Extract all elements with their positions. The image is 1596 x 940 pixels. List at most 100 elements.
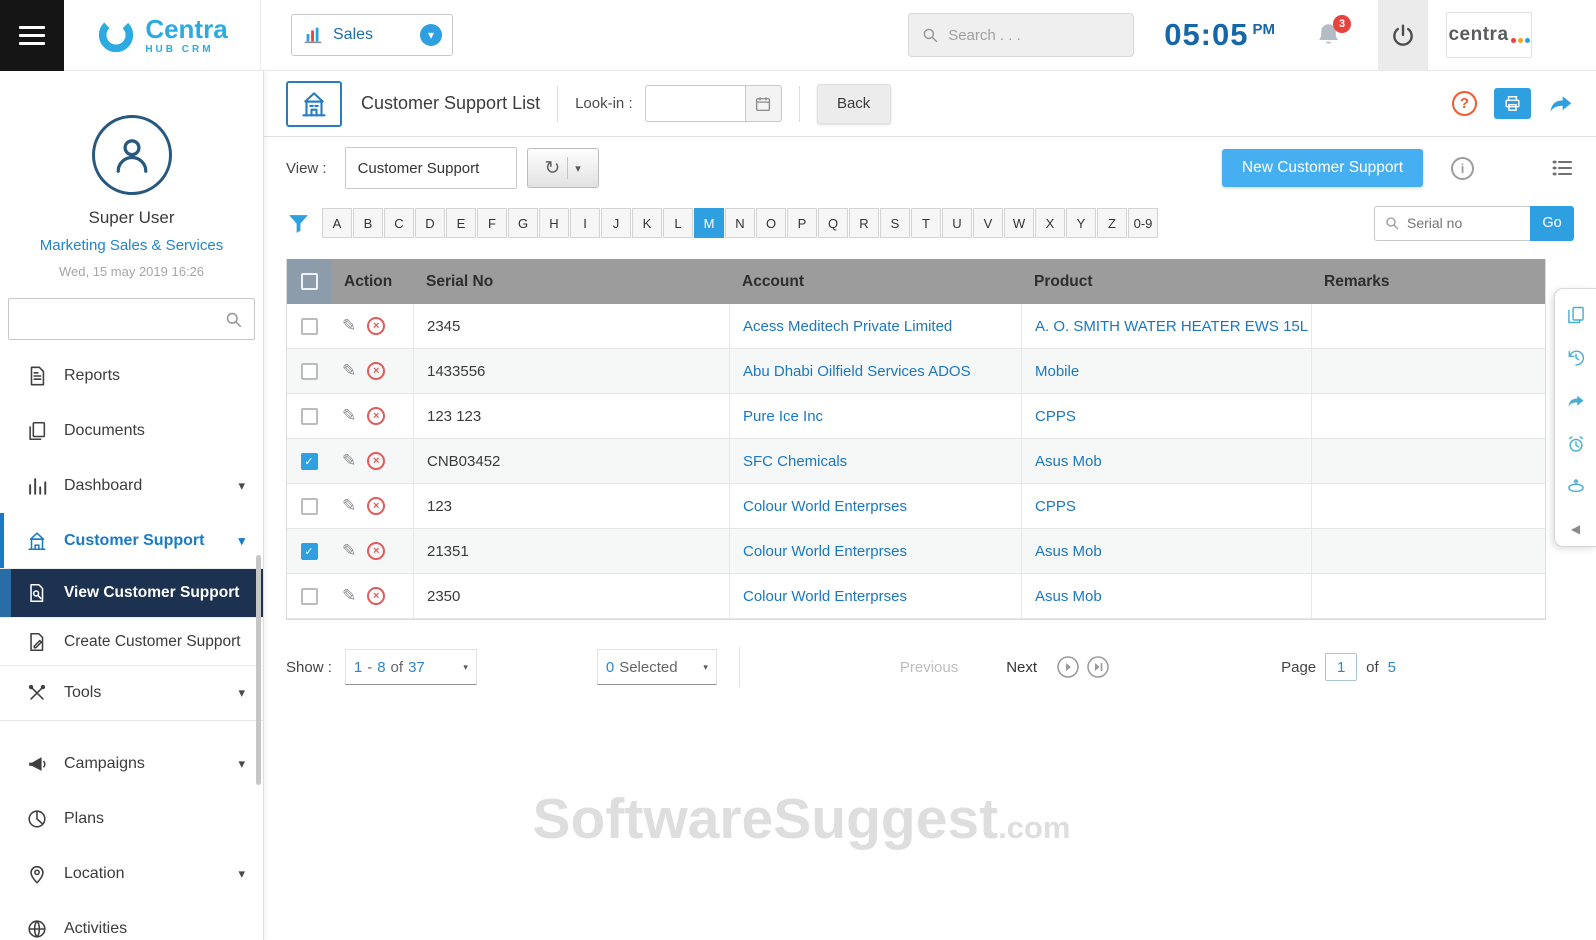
new-customer-support-button[interactable]: New Customer Support: [1221, 149, 1423, 187]
letter-filter-W[interactable]: W: [1004, 208, 1034, 238]
edit-icon[interactable]: ✎: [342, 541, 356, 561]
print-button[interactable]: [1494, 88, 1531, 119]
delete-icon[interactable]: ×: [367, 587, 386, 605]
filter-button[interactable]: [286, 211, 311, 236]
lookin-date-input[interactable]: [644, 85, 745, 122]
row-checkbox[interactable]: ✓: [300, 452, 318, 470]
row-checkbox[interactable]: [300, 362, 318, 380]
sidebar-item-create-customer-support[interactable]: Create Customer Support: [0, 617, 263, 666]
letter-filter-P[interactable]: P: [787, 208, 817, 238]
letter-filter-K[interactable]: K: [632, 208, 662, 238]
view-select-input[interactable]: [344, 147, 517, 189]
account-link[interactable]: Abu Dhabi Oilfield Services ADOS: [743, 363, 971, 380]
refresh-button[interactable]: ↻ ▾: [526, 148, 599, 188]
account-link[interactable]: Acess Meditech Private Limited: [743, 318, 952, 335]
sidebar-item-reports[interactable]: Reports: [0, 348, 263, 403]
edit-icon[interactable]: ✎: [342, 406, 356, 426]
product-link[interactable]: CPPS: [1035, 408, 1076, 425]
account-link[interactable]: Colour World Enterprses: [743, 498, 907, 515]
row-checkbox[interactable]: [300, 407, 318, 425]
sidebar-item-documents[interactable]: Documents: [0, 403, 263, 458]
letter-filter-C[interactable]: C: [384, 208, 414, 238]
share-icon[interactable]: [1566, 391, 1586, 411]
edit-icon[interactable]: ✎: [342, 361, 356, 381]
letter-filter-H[interactable]: H: [539, 208, 569, 238]
rotate-360-icon[interactable]: [1566, 477, 1586, 497]
letter-filter-R[interactable]: R: [849, 208, 879, 238]
letter-filter-J[interactable]: J: [601, 208, 631, 238]
letter-filter-E[interactable]: E: [446, 208, 476, 238]
delete-icon[interactable]: ×: [367, 362, 386, 380]
row-checkbox[interactable]: ✓: [300, 542, 318, 560]
letter-filter-M[interactable]: M: [694, 208, 724, 238]
letter-filter-I[interactable]: I: [570, 208, 600, 238]
letter-filter-Z[interactable]: Z: [1097, 208, 1127, 238]
sidebar-item-location[interactable]: Location ▾: [0, 846, 263, 901]
account-link[interactable]: SFC Chemicals: [743, 453, 847, 470]
help-icon[interactable]: ?: [1452, 91, 1477, 116]
avatar[interactable]: [91, 115, 172, 195]
letter-filter-D[interactable]: D: [415, 208, 445, 238]
letter-filter-Y[interactable]: Y: [1066, 208, 1096, 238]
letter-filter-T[interactable]: T: [911, 208, 941, 238]
user-role-link[interactable]: Marketing Sales & Services: [0, 237, 263, 254]
letter-filter-U[interactable]: U: [942, 208, 972, 238]
account-link[interactable]: Colour World Enterprses: [743, 588, 907, 605]
delete-icon[interactable]: ×: [367, 452, 386, 470]
product-link[interactable]: Asus Mob: [1035, 453, 1102, 470]
product-link[interactable]: CPPS: [1035, 498, 1076, 515]
next-button[interactable]: Next: [1006, 659, 1037, 676]
delete-icon[interactable]: ×: [367, 407, 386, 425]
select-all-checkbox[interactable]: [300, 273, 318, 290]
account-link[interactable]: Colour World Enterprses: [743, 543, 907, 560]
sidebar-item-plans[interactable]: Plans: [0, 791, 263, 846]
letter-filter-V[interactable]: V: [973, 208, 1003, 238]
next-page-icon[interactable]: [1057, 656, 1079, 678]
customer-support-icon[interactable]: [286, 80, 342, 127]
logout-button[interactable]: [1378, 0, 1428, 71]
selected-count-select[interactable]: 0 Selected ▾: [596, 649, 717, 685]
reminder-icon[interactable]: [1566, 434, 1586, 454]
sidebar-scrollbar[interactable]: [256, 555, 261, 785]
module-selector[interactable]: Sales ▾: [291, 14, 453, 56]
global-search-input[interactable]: [948, 26, 1122, 44]
edit-icon[interactable]: ✎: [342, 586, 356, 606]
edit-icon[interactable]: ✎: [342, 496, 356, 516]
delete-icon[interactable]: ×: [367, 497, 386, 515]
share-button[interactable]: [1548, 91, 1574, 117]
hamburger-menu-button[interactable]: [0, 0, 64, 71]
letter-filter-G[interactable]: G: [508, 208, 538, 238]
go-button[interactable]: Go: [1530, 205, 1574, 241]
copy-icon[interactable]: [1566, 305, 1586, 325]
notifications-button[interactable]: 3: [1315, 14, 1351, 49]
delete-icon[interactable]: ×: [367, 317, 386, 335]
history-icon[interactable]: [1566, 348, 1586, 368]
product-link[interactable]: Asus Mob: [1035, 543, 1102, 560]
row-checkbox[interactable]: [300, 587, 318, 605]
edit-icon[interactable]: ✎: [342, 316, 356, 336]
letter-filter-F[interactable]: F: [477, 208, 507, 238]
letter-filter-N[interactable]: N: [725, 208, 755, 238]
row-checkbox[interactable]: [300, 317, 318, 335]
serial-search-input[interactable]: [1407, 215, 1521, 231]
sidebar-search-input[interactable]: [20, 310, 224, 328]
last-page-icon[interactable]: [1087, 656, 1109, 678]
back-button[interactable]: Back: [816, 83, 891, 124]
row-checkbox[interactable]: [300, 497, 318, 515]
letter-filter-0-9[interactable]: 0-9: [1128, 208, 1158, 238]
letter-filter-X[interactable]: X: [1035, 208, 1065, 238]
info-icon[interactable]: i: [1451, 156, 1474, 180]
sidebar-item-dashboard[interactable]: Dashboard ▾: [0, 458, 263, 513]
sidebar-item-customer-support[interactable]: Customer Support ▾: [0, 513, 263, 568]
collapse-left-icon[interactable]: ◀: [1571, 522, 1580, 536]
sidebar-item-campaigns[interactable]: Campaigns ▾: [0, 736, 263, 791]
page-number-input[interactable]: [1325, 653, 1358, 681]
letter-filter-O[interactable]: O: [756, 208, 786, 238]
product-link[interactable]: Mobile: [1035, 363, 1079, 380]
letter-filter-S[interactable]: S: [880, 208, 910, 238]
page-size-select[interactable]: 1 - 8 of 37 ▾: [344, 649, 477, 685]
letter-filter-Q[interactable]: Q: [818, 208, 848, 238]
delete-icon[interactable]: ×: [367, 542, 386, 560]
letter-filter-B[interactable]: B: [353, 208, 383, 238]
sidebar-item-activities[interactable]: Activities: [0, 901, 263, 940]
